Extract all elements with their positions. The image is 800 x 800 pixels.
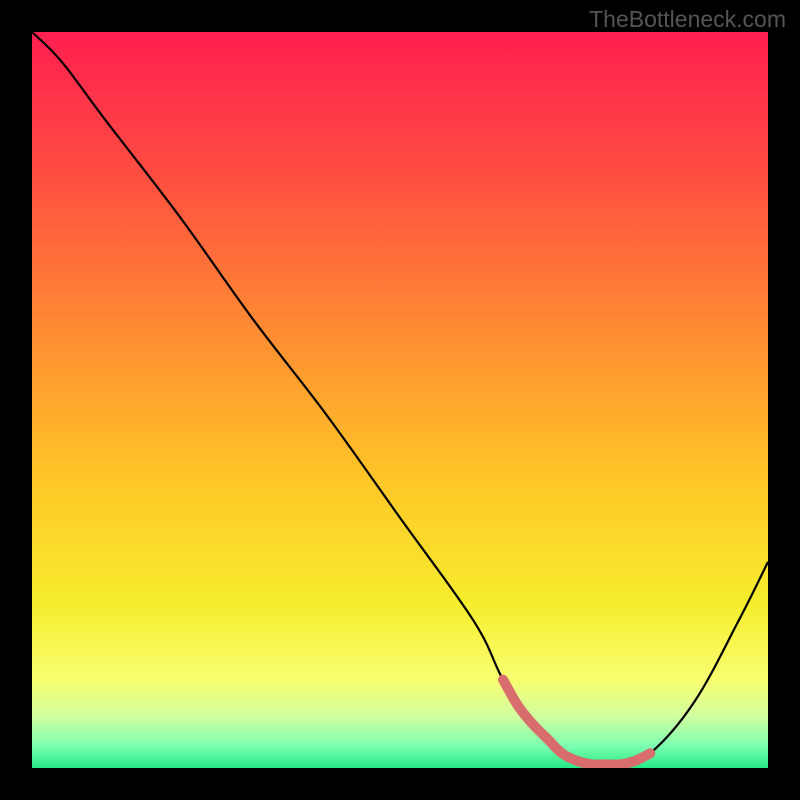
watermark-text: TheBottleneck.com: [589, 6, 786, 33]
chart-background: [32, 32, 768, 768]
chart-frame: [32, 32, 768, 768]
bottleneck-chart: [32, 32, 768, 768]
